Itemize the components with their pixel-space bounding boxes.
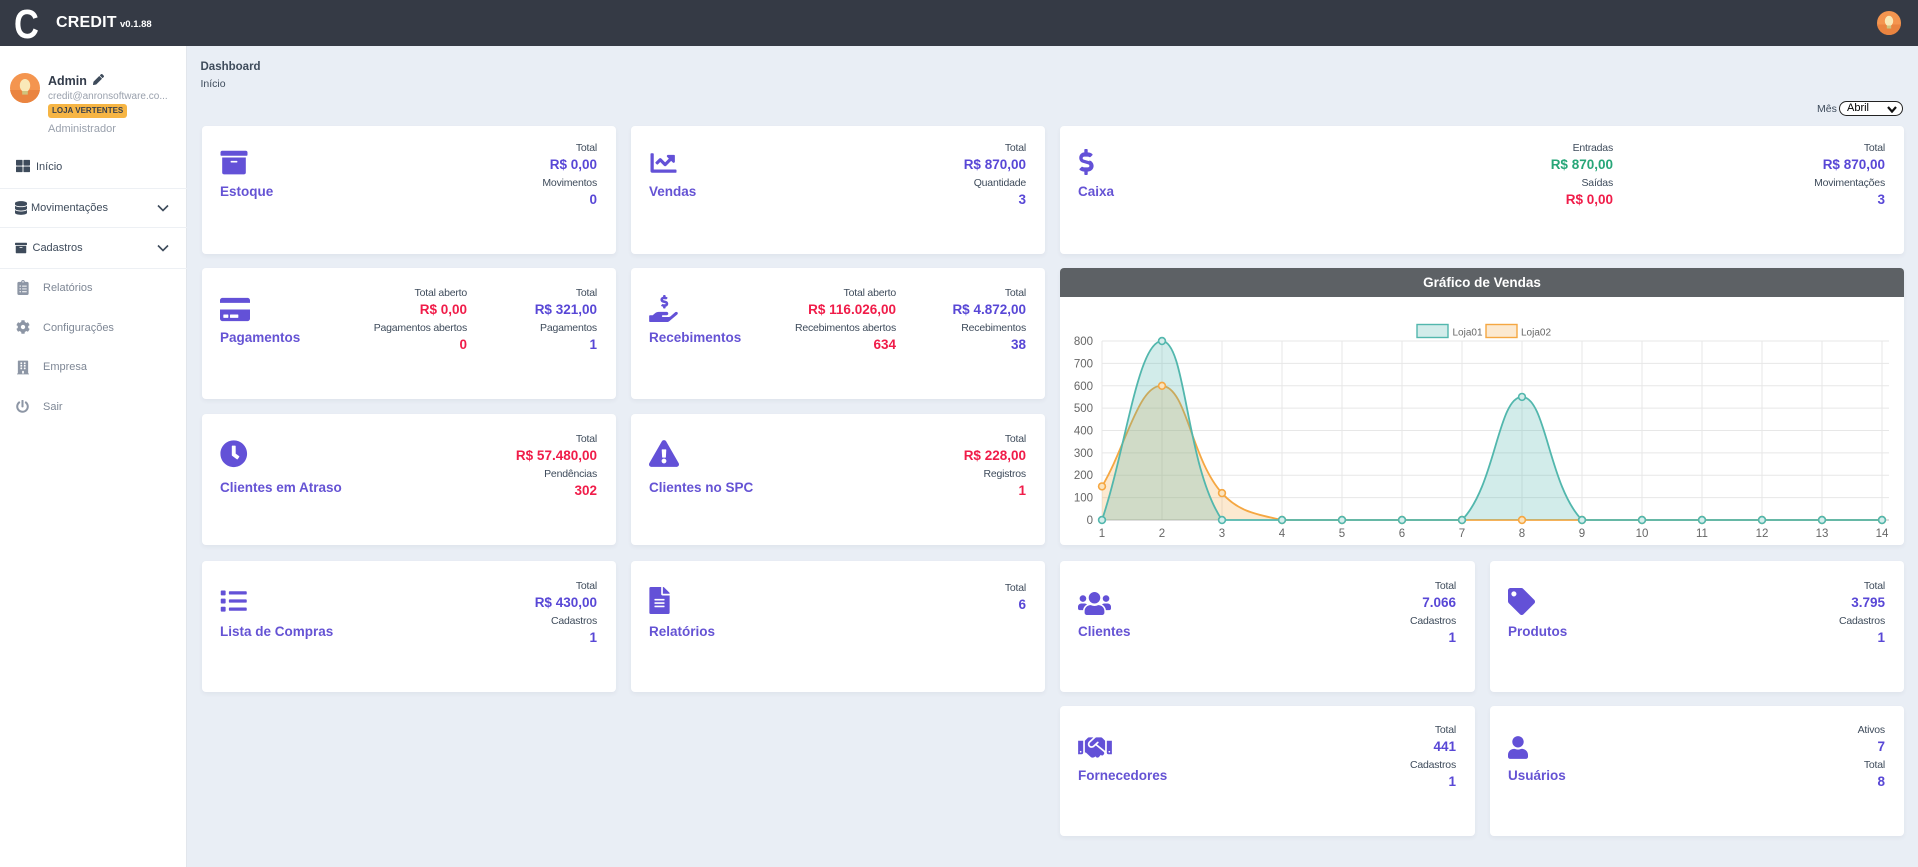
svg-text:1: 1 bbox=[1099, 528, 1105, 540]
svg-text:2: 2 bbox=[1159, 528, 1165, 540]
svg-text:11: 11 bbox=[1696, 528, 1708, 540]
svg-text:100: 100 bbox=[1074, 493, 1093, 505]
svg-text:10: 10 bbox=[1636, 528, 1649, 540]
svg-text:9: 9 bbox=[1579, 528, 1585, 540]
svg-text:500: 500 bbox=[1074, 403, 1093, 415]
svg-text:Loja01: Loja01 bbox=[1453, 328, 1483, 339]
svg-text:6: 6 bbox=[1399, 528, 1405, 540]
svg-text:600: 600 bbox=[1074, 381, 1093, 393]
svg-text:5: 5 bbox=[1339, 528, 1345, 540]
svg-text:14: 14 bbox=[1876, 528, 1889, 540]
svg-text:13: 13 bbox=[1816, 528, 1829, 540]
svg-text:800: 800 bbox=[1074, 336, 1093, 348]
svg-text:Loja02: Loja02 bbox=[1521, 328, 1551, 339]
svg-text:3: 3 bbox=[1219, 528, 1225, 540]
svg-text:12: 12 bbox=[1756, 528, 1769, 540]
svg-text:200: 200 bbox=[1074, 470, 1093, 482]
svg-text:300: 300 bbox=[1074, 448, 1093, 460]
svg-text:0: 0 bbox=[1087, 515, 1093, 527]
svg-text:4: 4 bbox=[1279, 528, 1286, 540]
svg-text:700: 700 bbox=[1074, 358, 1093, 370]
svg-text:400: 400 bbox=[1074, 426, 1093, 438]
svg-text:7: 7 bbox=[1459, 528, 1465, 540]
svg-text:8: 8 bbox=[1519, 528, 1525, 540]
